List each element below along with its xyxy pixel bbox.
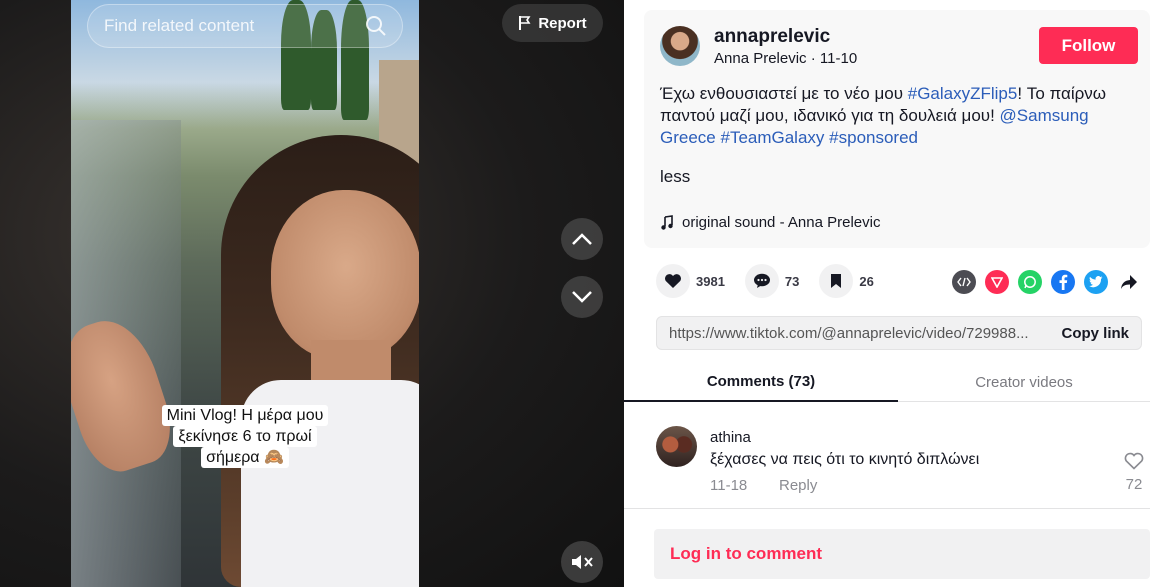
video-player-area[interactable]: Mini Vlog! Η μέρα μου ξεκίνησε 6 το πρωί… <box>0 0 624 587</box>
search-icon[interactable] <box>364 14 388 38</box>
hashtag-link[interactable]: #GalaxyZFlip5 <box>908 84 1018 103</box>
report-label: Report <box>538 14 587 32</box>
tab-bar: Comments (73) Creator videos <box>624 362 1150 402</box>
video-caption: Mini Vlog! Η μέρα μου ξεκίνησε 6 το πρωί… <box>145 405 345 468</box>
video-url[interactable]: https://www.tiktok.com/@annaprelevic/vid… <box>657 325 1049 342</box>
comment-like-count: 72 <box>1125 476 1143 493</box>
heart-outline-icon <box>1124 452 1144 470</box>
person-face <box>271 190 419 360</box>
action-bar: 3981 73 26 <box>656 264 894 298</box>
commenter-avatar[interactable] <box>656 426 697 467</box>
follow-button[interactable]: Follow <box>1039 27 1138 64</box>
comment-button[interactable] <box>744 264 779 298</box>
avatar[interactable] <box>660 26 700 66</box>
facebook-icon[interactable] <box>1051 270 1075 294</box>
sound-link[interactable]: original sound - Anna Prelevic <box>660 214 880 231</box>
speaker-muted-icon <box>572 555 593 569</box>
post-info-card: annaprelevic Anna Prelevic · 11-10 Follo… <box>644 10 1150 248</box>
bookmark-icon <box>831 274 842 288</box>
sound-label: original sound - Anna Prelevic <box>682 214 881 231</box>
separator: · <box>806 50 820 67</box>
commenter-username[interactable]: athina <box>710 429 751 446</box>
hashtag-link[interactable]: #TeamGalaxy <box>720 128 824 147</box>
hashtag-link[interactable]: #sponsored <box>829 128 918 147</box>
like-count: 3981 <box>696 273 725 289</box>
search-input[interactable] <box>104 16 364 36</box>
post-description: Έχω ενθουσιαστεί με το νέο μου #GalaxyZF… <box>660 83 1140 149</box>
less-toggle[interactable]: less <box>660 167 690 187</box>
embed-icon[interactable] <box>952 270 976 294</box>
post-date: 11-10 <box>819 50 858 67</box>
heart-icon <box>665 274 681 288</box>
comment-bubble-icon <box>753 273 770 288</box>
caption-line: Mini Vlog! Η μέρα μου <box>161 405 329 426</box>
login-to-comment-link[interactable]: Log in to comment <box>670 544 822 564</box>
flag-icon <box>519 16 531 30</box>
username[interactable]: annaprelevic <box>714 26 830 48</box>
comment-date: 11-18 <box>710 477 748 494</box>
author-subline: Anna Prelevic · 11-10 <box>714 50 857 67</box>
like-action[interactable]: 3981 <box>656 264 725 298</box>
video-link-box: https://www.tiktok.com/@annaprelevic/vid… <box>656 316 1142 350</box>
details-panel: annaprelevic Anna Prelevic · 11-10 Follo… <box>624 0 1150 587</box>
reply-button[interactable]: Reply <box>779 477 817 494</box>
desc-text: Έχω ενθουσιαστεί με το νέο μου <box>660 84 908 103</box>
report-button[interactable]: Report <box>502 4 603 42</box>
video-frame[interactable] <box>71 0 419 587</box>
caption-line: σήμερα 🙈 <box>201 447 289 468</box>
comment-like-button[interactable] <box>1122 452 1146 475</box>
display-name: Anna Prelevic <box>714 50 807 67</box>
login-to-comment-bar[interactable]: Log in to comment <box>654 529 1150 579</box>
comment-count: 73 <box>784 273 800 289</box>
save-action[interactable]: 26 <box>819 264 874 298</box>
comment-action[interactable]: 73 <box>744 264 800 298</box>
next-video-button[interactable] <box>561 276 603 318</box>
share-buttons <box>952 270 1141 294</box>
comment-text: ξέχασες να πεις ότι το κινητό διπλώνει <box>710 451 980 468</box>
save-button[interactable] <box>819 264 854 298</box>
share-arrow-icon[interactable] <box>1117 270 1141 294</box>
divider <box>624 508 1150 509</box>
caption-line: ξεκίνησε 6 το πρωί <box>173 426 317 447</box>
comment-item: athina ξέχασες να πεις ότι το κινητό διπ… <box>656 426 1146 496</box>
music-note-icon <box>661 214 673 230</box>
whatsapp-icon[interactable] <box>1018 270 1042 294</box>
send-to-friends-icon[interactable] <box>985 270 1009 294</box>
twitter-icon[interactable] <box>1084 270 1108 294</box>
tab-creator-videos[interactable]: Creator videos <box>898 362 1150 402</box>
save-count: 26 <box>859 273 874 289</box>
tab-comments[interactable]: Comments (73) <box>624 362 898 402</box>
chevron-up-icon <box>572 233 592 245</box>
copy-link-button[interactable]: Copy link <box>1049 325 1141 342</box>
mute-button[interactable] <box>561 541 603 583</box>
chevron-down-icon <box>572 291 592 303</box>
search-bar[interactable] <box>87 4 403 48</box>
previous-video-button[interactable] <box>561 218 603 260</box>
like-button[interactable] <box>656 264 690 298</box>
